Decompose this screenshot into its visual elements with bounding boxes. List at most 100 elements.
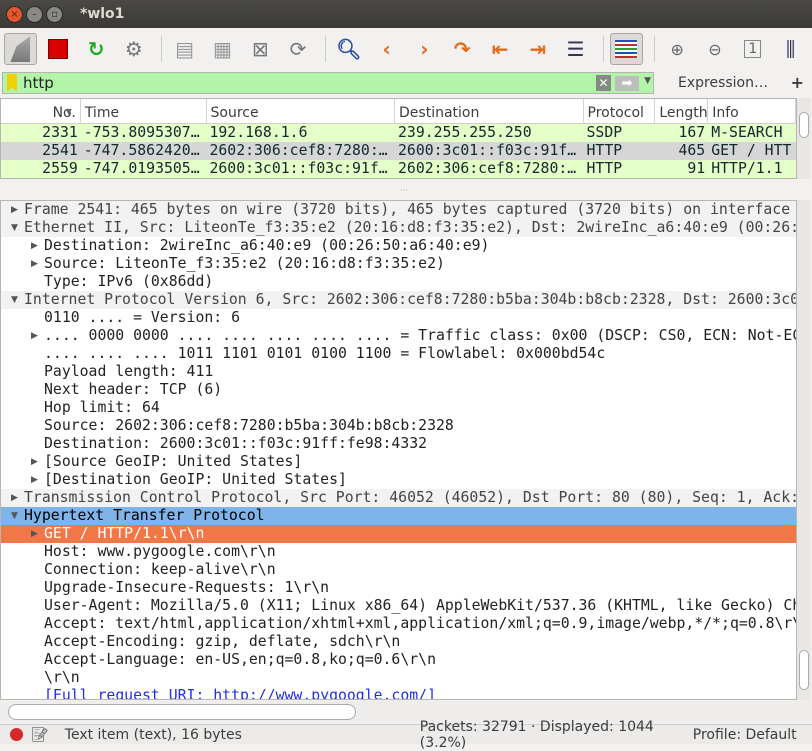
add-filter-button[interactable]: + <box>791 73 804 92</box>
detail-tree-item[interactable]: ▶ Frame 2541: 465 bytes on wire (3720 bit… <box>1 201 796 219</box>
filter-history-dropdown-icon[interactable]: ▼ <box>644 76 651 86</box>
column-header-time[interactable]: Time <box>81 99 207 123</box>
packet-row[interactable]: 2559 -747.0193505… 2600:3c01::f03c:91f… 260… <box>1 160 796 178</box>
packet-cell: M-SEARCH <box>711 124 783 141</box>
last-packet-icon: ⇥ <box>529 37 547 61</box>
minimize-window-button[interactable]: – <box>26 5 43 23</box>
detail-tree-item[interactable]: Upgrade-Insecure-Requests: 1\r\n <box>1 579 796 597</box>
detail-text: [Destination GeoIP: United States] <box>44 471 347 488</box>
column-header-protocol[interactable]: Protocol <box>584 99 656 123</box>
column-header-no[interactable]: No. ▼ <box>1 99 81 123</box>
collapsed-arrow-icon[interactable]: ▶ <box>31 237 38 255</box>
column-header-length[interactable]: Length <box>655 99 709 123</box>
detail-tree-item[interactable]: ▼ Ethernet II, Src: LiteonTe_f3:35:e2 (20… <box>1 219 796 237</box>
detail-tree-item[interactable]: Accept: text/html,application/xhtml+xml,… <box>1 615 796 633</box>
detail-tree-item[interactable]: Next header: TCP (6) <box>1 381 796 399</box>
open-file-button[interactable]: ▤ <box>168 33 201 65</box>
display-filter-input[interactable]: http ✕ ➡ ▼ <box>2 71 654 94</box>
expanded-arrow-icon[interactable]: ▼ <box>11 507 18 525</box>
detail-tree-item[interactable]: Type: IPv6 (0x86dd) <box>1 273 796 291</box>
last-packet-button[interactable]: ⇥ <box>521 33 554 65</box>
detail-tree-item[interactable]: Payload length: 411 <box>1 363 796 381</box>
packet-list-scrollbar[interactable] <box>797 98 811 179</box>
detail-text: .... .... .... 1011 1101 0101 0100 1100 … <box>44 345 606 362</box>
apply-filter-icon[interactable]: ➡ <box>615 75 639 91</box>
status-item-info: Text item (text), 16 bytes <box>64 726 242 743</box>
back-icon: ‹ <box>382 37 391 61</box>
detail-tree-item[interactable]: Accept-Language: en-US,en;q=0.8,ko;q=0.6… <box>1 651 796 669</box>
capture-comment-icon[interactable]: 📝︎ <box>31 727 49 743</box>
detail-tree-item[interactable]: Host: www.pygoogle.com\r\n <box>1 543 796 561</box>
expression-button[interactable]: Expression… <box>678 75 768 91</box>
bookmark-icon[interactable] <box>7 73 17 92</box>
detail-tree-item[interactable]: [Full request URI: http://www.pygoogle.c… <box>1 687 796 699</box>
detail-text: Payload length: 411 <box>44 363 214 380</box>
go-to-packet-button[interactable]: ↷ <box>446 33 479 65</box>
detail-tree-item[interactable]: Accept-Encoding: gzip, deflate, sdch\r\n <box>1 633 796 651</box>
expanded-arrow-icon[interactable]: ▼ <box>11 291 18 309</box>
zoom-out-button[interactable]: ⊖ <box>699 33 732 65</box>
packet-cell: 91 <box>687 160 706 177</box>
column-header-info[interactable]: Info <box>708 99 797 123</box>
detail-tree-item[interactable]: User-Agent: Mozilla/5.0 (X11; Linux x86_… <box>1 597 796 615</box>
detail-tree-item[interactable]: \r\n <box>1 669 796 687</box>
packet-row[interactable]: 2331 -753.8095307… 192.168.1.6 239.255.255.… <box>1 124 796 142</box>
detail-tree-item[interactable]: 0110 .... = Version: 6 <box>1 309 796 327</box>
expanded-arrow-icon[interactable]: ▼ <box>11 219 18 237</box>
column-header-destination[interactable]: Destination <box>395 99 584 123</box>
close-file-button[interactable]: ⊠ <box>244 33 277 65</box>
pane-splitter[interactable]: ··· <box>400 186 408 195</box>
colorize-button[interactable] <box>609 33 643 65</box>
clear-filter-icon[interactable]: ✕ <box>596 74 611 91</box>
detail-tree-item[interactable]: Hop limit: 64 <box>1 399 796 417</box>
status-profile[interactable]: Profile: Default <box>693 727 797 743</box>
filter-text[interactable]: http <box>23 74 54 92</box>
detail-tree-item[interactable]: ▶ [Source GeoIP: United States] <box>1 453 796 471</box>
normal-size-button[interactable]: 1 <box>736 33 769 65</box>
detail-tree-item[interactable]: Connection: keep-alive\r\n <box>1 561 796 579</box>
column-header-source[interactable]: Source <box>207 99 396 123</box>
packet-cell: 2559 <box>42 160 78 177</box>
detail-tree-item[interactable]: ▶ Transmission Control Protocol, Src Port… <box>1 489 796 507</box>
detail-tree-item[interactable]: .... .... .... 1011 1101 0101 0100 1100 … <box>1 345 796 363</box>
detail-tree-item[interactable]: Source: 2602:306:cef8:7280:b5ba:304b:b8c… <box>1 417 796 435</box>
start-capture-button[interactable] <box>4 33 37 65</box>
resize-columns-button[interactable]: ⫼ <box>774 33 807 65</box>
autoscroll-button[interactable]: ☰ <box>559 33 592 65</box>
collapsed-arrow-icon[interactable]: ▶ <box>11 201 18 219</box>
capture-options-button[interactable]: ⚙ <box>117 33 150 65</box>
detail-tree-item[interactable]: ▶ GET / HTTP/1.1\r\n <box>1 525 796 543</box>
packet-cell: 2331 <box>42 124 78 141</box>
go-forward-button[interactable]: › <box>408 33 441 65</box>
restart-capture-button[interactable]: ↻ <box>80 33 113 65</box>
zoom-in-button[interactable]: ⊕ <box>661 33 694 65</box>
stop-capture-button[interactable] <box>42 33 75 65</box>
detail-tree-item[interactable]: ▶ Source: LiteonTe_f3:35:e2 (20:16:d8:f3:… <box>1 255 796 273</box>
detail-tree-item[interactable]: ▼ Hypertext Transfer Protocol <box>1 507 796 525</box>
detail-tree-item[interactable]: ▶ .... 0000 0000 .... .... .... .... ....… <box>1 327 796 345</box>
reload-file-button[interactable]: ⟳ <box>282 33 315 65</box>
detail-tree-item[interactable]: ▶ [Destination GeoIP: United States] <box>1 471 796 489</box>
collapsed-arrow-icon[interactable]: ▶ <box>31 255 38 273</box>
detail-tree-item[interactable]: ▶ Destination: 2wireInc_a6:40:e9 (00:26:5… <box>1 237 796 255</box>
detail-tree-item[interactable]: ▼ Internet Protocol Version 6, Src: 2602:… <box>1 291 796 309</box>
find-packet-button[interactable]: 🔍︎ <box>332 33 365 65</box>
packet-cell: -747.0193505… <box>83 160 200 177</box>
collapsed-arrow-icon[interactable]: ▶ <box>11 489 18 507</box>
details-horizontal-scrollbar[interactable] <box>0 701 812 723</box>
maximize-window-button[interactable]: ▫ <box>46 5 63 23</box>
close-window-button[interactable]: × <box>6 5 23 23</box>
detail-tree-item[interactable]: Destination: 2600:3c01::f03c:91ff:fe98:4… <box>1 435 796 453</box>
expert-info-icon[interactable] <box>10 728 23 741</box>
packet-row[interactable]: 2541 -747.5862420… 2602:306:cef8:7280:… 260… <box>1 142 796 160</box>
collapsed-arrow-icon[interactable]: ▶ <box>31 327 38 345</box>
collapsed-arrow-icon[interactable]: ▶ <box>31 453 38 471</box>
first-packet-button[interactable]: ⇤ <box>484 33 517 65</box>
detail-text: Ethernet II, Src: LiteonTe_f3:35:e2 (20:… <box>24 219 796 236</box>
collapsed-arrow-icon[interactable]: ▶ <box>31 471 38 489</box>
collapsed-arrow-icon[interactable]: ▶ <box>31 525 38 543</box>
save-file-button[interactable]: ▦ <box>206 33 239 65</box>
close-file-icon: ⊠ <box>251 37 269 61</box>
go-back-button[interactable]: ‹ <box>370 33 403 65</box>
details-scrollbar[interactable] <box>797 200 811 700</box>
